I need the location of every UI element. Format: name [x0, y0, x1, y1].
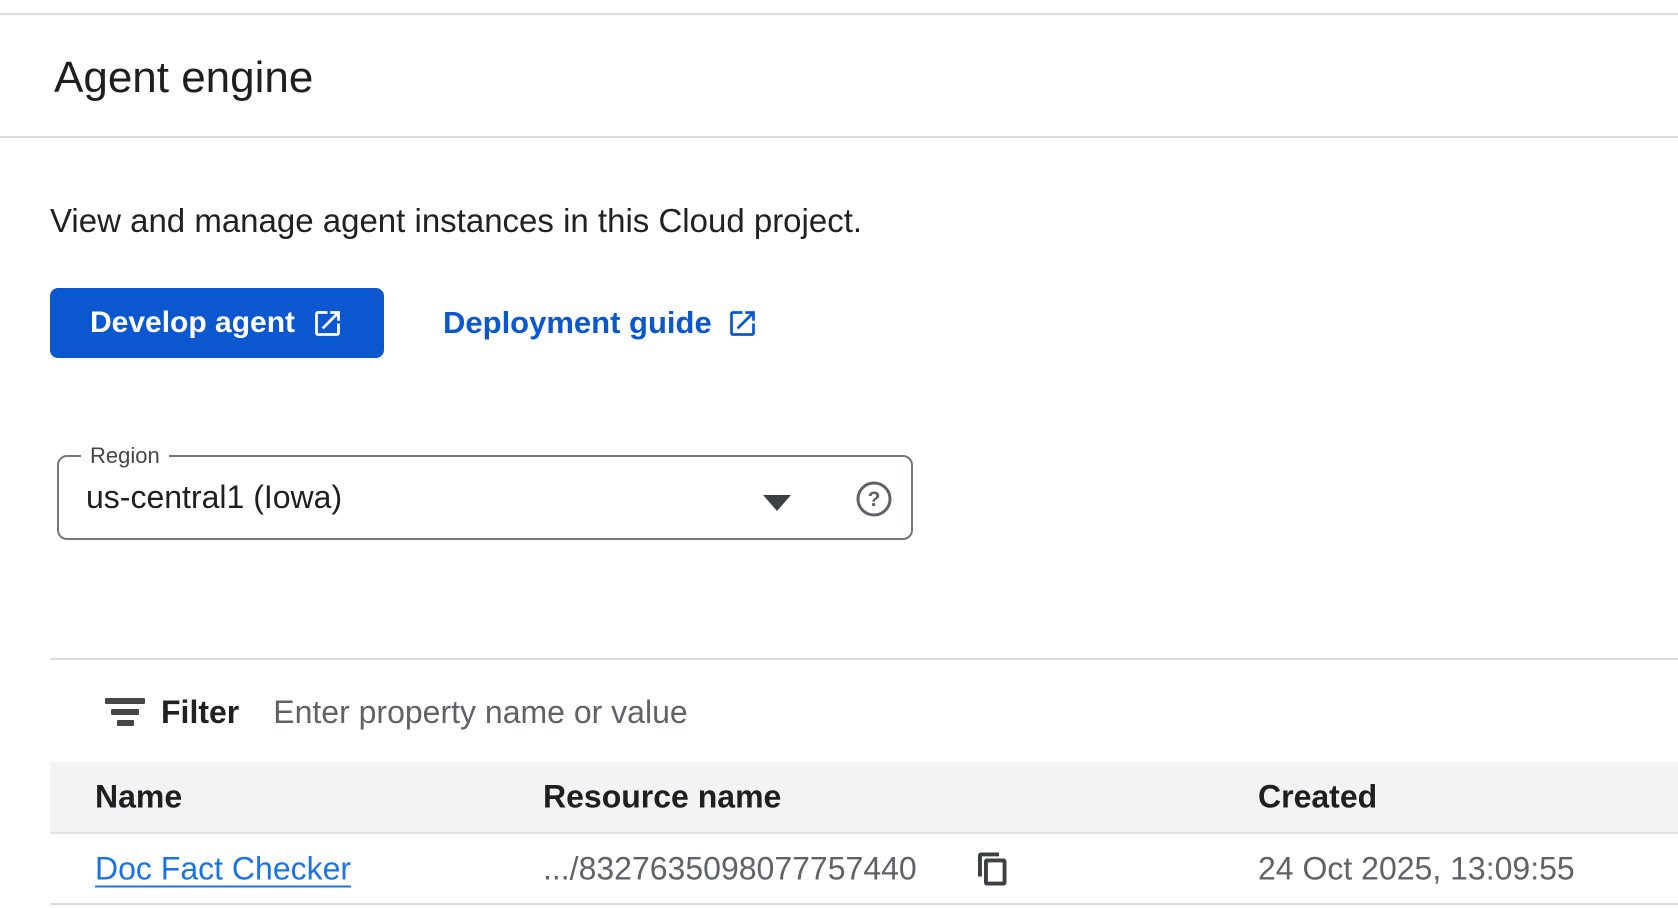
deployment-guide-label: Deployment guide	[443, 305, 712, 341]
dropdown-arrow-icon	[763, 494, 791, 511]
deployment-guide-link[interactable]: Deployment guide	[443, 288, 759, 358]
region-select-value: us-central1 (Iowa)	[86, 479, 342, 516]
copy-resource-name-button[interactable]	[970, 846, 1016, 892]
table-row: Doc Fact Checker .../8327635098077757440…	[50, 832, 1678, 905]
top-divider	[0, 13, 1678, 15]
open-in-new-icon	[726, 307, 759, 340]
open-in-new-icon	[311, 307, 344, 340]
agent-engine-page: Agent engine View and manage agent insta…	[0, 0, 1678, 908]
region-help-button[interactable]: ?	[843, 468, 905, 530]
region-select-label: Region	[81, 442, 169, 470]
svg-text:?: ?	[868, 488, 881, 511]
page-title: Agent engine	[54, 52, 313, 104]
develop-agent-button[interactable]: Develop agent	[50, 288, 384, 358]
filter-label[interactable]: Filter	[161, 694, 239, 731]
created-value: 24 Oct 2025, 13:09:55	[1258, 850, 1575, 887]
column-header-resource-name: Resource name	[543, 779, 781, 816]
agent-name-link[interactable]: Doc Fact Checker	[95, 850, 351, 886]
title-divider	[0, 136, 1678, 138]
table-header-row: Name Resource name Created	[50, 762, 1678, 832]
copy-icon	[975, 849, 1011, 889]
filter-icon	[103, 697, 147, 727]
filter-input[interactable]	[273, 688, 1678, 736]
develop-agent-button-label: Develop agent	[90, 306, 295, 340]
column-header-created: Created	[1258, 779, 1377, 816]
filter-bar: Filter	[50, 676, 1678, 748]
column-header-name: Name	[95, 779, 182, 816]
page-description: View and manage agent instances in this …	[50, 200, 862, 242]
region-select[interactable]: Region us-central1 (Iowa) ?	[57, 455, 913, 540]
help-icon: ?	[855, 480, 893, 518]
filter-divider	[50, 658, 1678, 660]
resource-name-value: .../8327635098077757440	[543, 850, 917, 887]
